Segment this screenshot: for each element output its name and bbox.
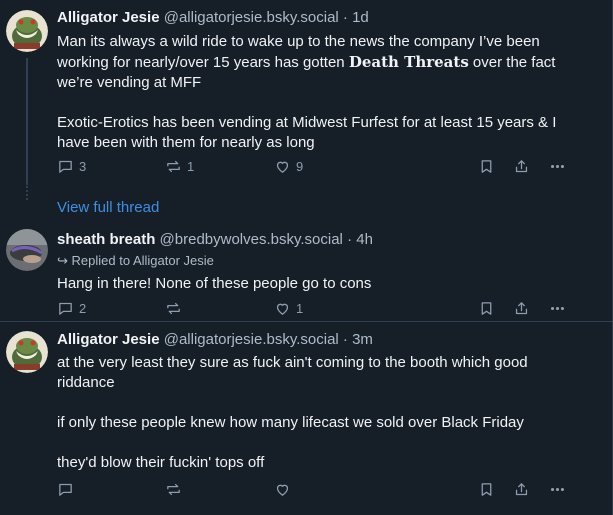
reply-button[interactable]: 3 bbox=[57, 156, 86, 176]
repost-count: 1 bbox=[187, 158, 195, 174]
action-bar bbox=[57, 479, 572, 499]
thread-dots bbox=[26, 186, 28, 200]
post-header: Alligator Jesie @alligatorjesie.bsky.soc… bbox=[57, 331, 373, 349]
action-bar: 2 1 bbox=[57, 298, 572, 318]
share-icon bbox=[515, 482, 528, 495]
share-button[interactable] bbox=[513, 298, 530, 318]
repost-button[interactable]: 1 bbox=[165, 156, 194, 176]
like-count: 9 bbox=[296, 158, 304, 174]
post-text: Man its always a wild ride to wake up to… bbox=[57, 32, 587, 153]
share-icon bbox=[515, 301, 528, 314]
repost-icon bbox=[167, 302, 180, 314]
share-icon bbox=[515, 159, 528, 172]
reply-icon bbox=[59, 483, 72, 496]
share-button[interactable] bbox=[513, 156, 530, 176]
more-icon bbox=[550, 487, 565, 491]
bookmark-icon bbox=[481, 482, 492, 496]
more-icon bbox=[550, 164, 565, 168]
like-button[interactable]: 1 bbox=[274, 298, 303, 318]
avatar[interactable] bbox=[6, 10, 48, 52]
more-icon bbox=[550, 306, 565, 310]
more-options-button[interactable] bbox=[549, 479, 566, 499]
repost-button[interactable] bbox=[165, 479, 182, 499]
post-text: Hang in there! None of these people go t… bbox=[57, 275, 372, 292]
repost-icon bbox=[167, 483, 180, 495]
bookmark-button[interactable] bbox=[478, 156, 495, 176]
author-name[interactable]: Alligator Jesie bbox=[57, 331, 160, 348]
more-options-button[interactable] bbox=[549, 298, 566, 318]
action-bar: 3 1 9 bbox=[57, 156, 572, 176]
post-text-paragraph: if only these people knew how many lifec… bbox=[57, 414, 524, 431]
author-name[interactable]: Alligator Jesie bbox=[57, 9, 160, 26]
reply-context[interactable]: ↪ Replied to Alligator Jesie bbox=[57, 253, 214, 269]
post-text-emphasis: Death Threats bbox=[348, 53, 469, 71]
bookmark-icon bbox=[481, 159, 492, 173]
post-text: at the very least they sure as fuck ain'… bbox=[57, 353, 587, 473]
reply-arrow-icon: ↪ bbox=[57, 253, 68, 268]
bookmark-icon bbox=[481, 301, 492, 315]
avatar[interactable] bbox=[6, 229, 48, 271]
like-button[interactable]: 9 bbox=[274, 156, 303, 176]
post-2[interactable]: sheath breath @bredbywolves.bsky.social … bbox=[0, 222, 612, 322]
repost-icon bbox=[167, 160, 180, 172]
view-full-thread-link[interactable]: View full thread bbox=[57, 199, 159, 216]
reply-context-label: Replied to Alligator Jesie bbox=[71, 253, 214, 268]
like-icon bbox=[276, 161, 289, 173]
reply-button[interactable] bbox=[57, 479, 74, 499]
post-text-paragraph: Exotic-Erotics has been vending at Midwe… bbox=[57, 114, 557, 151]
repost-button[interactable] bbox=[165, 298, 182, 318]
reply-count: 3 bbox=[79, 158, 87, 174]
author-name[interactable]: sheath breath bbox=[57, 231, 155, 248]
author-handle[interactable]: @alligatorjesie.bsky.social bbox=[164, 9, 339, 26]
reply-button[interactable]: 2 bbox=[57, 298, 86, 318]
bookmark-button[interactable] bbox=[478, 479, 495, 499]
post-time[interactable]: · 1d bbox=[343, 9, 369, 26]
post-time[interactable]: · 3m bbox=[343, 331, 373, 348]
reply-icon bbox=[59, 302, 72, 315]
avatar[interactable] bbox=[6, 331, 48, 373]
thread-line bbox=[26, 58, 28, 185]
post-header: sheath breath @bredbywolves.bsky.social … bbox=[57, 231, 373, 249]
author-handle[interactable]: @alligatorjesie.bsky.social bbox=[164, 331, 339, 348]
post-header: Alligator Jesie @alligatorjesie.bsky.soc… bbox=[57, 9, 369, 27]
reply-icon bbox=[59, 160, 72, 173]
post-text-paragraph: at the very least they sure as fuck ain'… bbox=[57, 354, 528, 391]
like-button[interactable] bbox=[274, 479, 291, 499]
post-text-paragraph: they'd blow their fuckin' tops off bbox=[57, 454, 265, 471]
post-1[interactable]: Alligator Jesie @alligatorjesie.bsky.soc… bbox=[0, 0, 612, 185]
reply-count: 2 bbox=[79, 300, 87, 316]
post-time[interactable]: · 4h bbox=[347, 231, 373, 248]
like-count: 1 bbox=[296, 300, 304, 316]
bookmark-button[interactable] bbox=[478, 298, 495, 318]
like-icon bbox=[276, 484, 289, 496]
share-button[interactable] bbox=[513, 479, 530, 499]
post-3[interactable]: Alligator Jesie @alligatorjesie.bsky.soc… bbox=[0, 322, 612, 515]
more-options-button[interactable] bbox=[549, 156, 566, 176]
author-handle[interactable]: @bredbywolves.bsky.social bbox=[160, 231, 343, 248]
like-icon bbox=[276, 303, 289, 315]
